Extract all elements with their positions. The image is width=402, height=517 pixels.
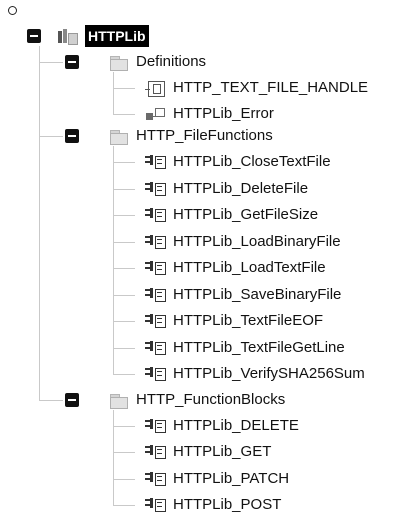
function-icon — [145, 366, 167, 382]
function-icon — [145, 287, 167, 303]
function-icon — [145, 207, 167, 223]
tree-node-label: HTTPLib_GetFileSize — [173, 206, 319, 223]
function-icon — [145, 340, 167, 356]
tree-connector-line — [113, 88, 135, 89]
function-block-icon — [145, 471, 167, 487]
tree-node-label: HTTPLib_LoadBinaryFile — [173, 233, 341, 250]
tree-node-item[interactable]: HTTPLib_DELETE — [145, 415, 299, 437]
tree-node-item[interactable]: HTTPLib_SaveBinaryFile — [145, 284, 341, 306]
tree-node-definitions[interactable]: Definitions — [108, 51, 206, 73]
function-block-icon — [145, 444, 167, 460]
tree-node-item[interactable]: HTTPLib_GetFileSize — [145, 204, 318, 226]
tree-node-item[interactable]: HTTPLib_TextFileEOF — [145, 310, 323, 332]
tree-node-label: HTTPLib_CloseTextFile — [173, 153, 331, 170]
tree-connector-line — [113, 114, 135, 115]
tree-node-item[interactable]: HTTPLib_Error — [145, 103, 274, 125]
folder-icon — [108, 392, 130, 409]
tree-node-item[interactable]: HTTPLib_TextFileGetLine — [145, 337, 345, 359]
tree-node-label: HTTPLib — [85, 25, 149, 47]
tree-connector-line — [39, 62, 63, 63]
collapse-toggle-function-blocks[interactable] — [65, 393, 79, 407]
handle-icon — [145, 80, 167, 97]
library-tree-view: HTTPLib Definitions HTTP_TEXT_FILE_HANDL… — [0, 0, 402, 517]
library-icon — [57, 28, 79, 45]
tree-connector-line — [113, 162, 135, 163]
tree-node-item[interactable]: HTTPLib_PATCH — [145, 468, 289, 490]
tree-node-item[interactable]: HTTPLib_CloseTextFile — [145, 151, 331, 173]
tree-node-item[interactable]: HTTPLib_GET — [145, 441, 271, 463]
folder-icon — [108, 128, 130, 145]
tree-connector-line — [113, 215, 135, 216]
tree-node-label: HTTPLib_GET — [173, 443, 272, 460]
tree-node-label: HTTPLib_SaveBinaryFile — [173, 286, 342, 303]
function-icon — [145, 260, 167, 276]
tree-connector-line — [113, 189, 135, 190]
tree-node-item[interactable]: HTTPLib_VerifySHA256Sum — [145, 363, 365, 385]
tree-node-item[interactable]: HTTPLib_LoadTextFile — [145, 257, 326, 279]
tree-node-label: HTTPLib_DELETE — [173, 417, 299, 434]
tree-connector-line — [39, 136, 63, 137]
function-block-icon — [145, 497, 167, 513]
tree-connector-line — [113, 348, 135, 349]
tree-node-label: HTTPLib_DeleteFile — [173, 180, 309, 197]
tree-node-label: HTTPLib_Error — [173, 105, 274, 122]
function-icon — [145, 313, 167, 329]
tree-node-item[interactable]: HTTP_TEXT_FILE_HANDLE — [145, 77, 368, 99]
tree-node-label: HTTP_FileFunctions — [136, 127, 273, 144]
tree-connector-line — [113, 321, 135, 322]
tree-node-label: HTTPLib_LoadTextFile — [173, 259, 326, 276]
tree-node-label: HTTP_FunctionBlocks — [136, 391, 286, 408]
tree-node-label: HTTPLib_TextFileGetLine — [173, 339, 345, 356]
collapse-toggle-file-functions[interactable] — [65, 129, 79, 143]
tree-connector-line — [113, 146, 114, 375]
tree-node-label: Definitions — [136, 53, 207, 70]
collapse-toggle-root[interactable] — [27, 29, 41, 43]
tree-node-item[interactable]: HTTPLib_LoadBinaryFile — [145, 231, 341, 253]
tree-connector-line — [113, 268, 135, 269]
function-icon — [145, 154, 167, 170]
tree-node-label: HTTPLib_TextFileEOF — [173, 312, 324, 329]
tree-node-item[interactable]: HTTPLib_DeleteFile — [145, 178, 308, 200]
tree-node-label: HTTPLib_VerifySHA256Sum — [173, 365, 365, 382]
tree-connector-line — [113, 479, 135, 480]
tree-node-file-functions[interactable]: HTTP_FileFunctions — [108, 125, 273, 147]
tree-node-function-blocks[interactable]: HTTP_FunctionBlocks — [108, 389, 285, 411]
tree-connector-line — [39, 46, 40, 401]
collapse-toggle-definitions[interactable] — [65, 55, 79, 69]
tree-connector-line — [39, 400, 63, 401]
tree-connector-line — [113, 426, 135, 427]
tree-node-label: HTTP_TEXT_FILE_HANDLE — [173, 79, 369, 96]
tree-connector-line — [113, 72, 114, 115]
tree-node-label: HTTPLib_PATCH — [173, 470, 290, 487]
tree-connector-line — [113, 295, 135, 296]
tree-connector-line — [113, 374, 135, 375]
function-icon — [145, 234, 167, 250]
tree-connector-line — [113, 410, 114, 506]
tree-connector-line — [113, 242, 135, 243]
error-type-icon — [145, 106, 167, 122]
function-block-icon — [145, 418, 167, 434]
tree-node-item[interactable]: HTTPLib_POST — [145, 494, 281, 516]
tree-node-label: HTTPLib_POST — [173, 496, 282, 513]
tree-connector-line — [113, 505, 135, 506]
function-icon — [145, 181, 167, 197]
folder-icon — [108, 54, 130, 71]
tree-connector-line — [113, 452, 135, 453]
circle-icon — [8, 6, 17, 15]
tree-node-root[interactable]: HTTPLib — [57, 25, 149, 47]
